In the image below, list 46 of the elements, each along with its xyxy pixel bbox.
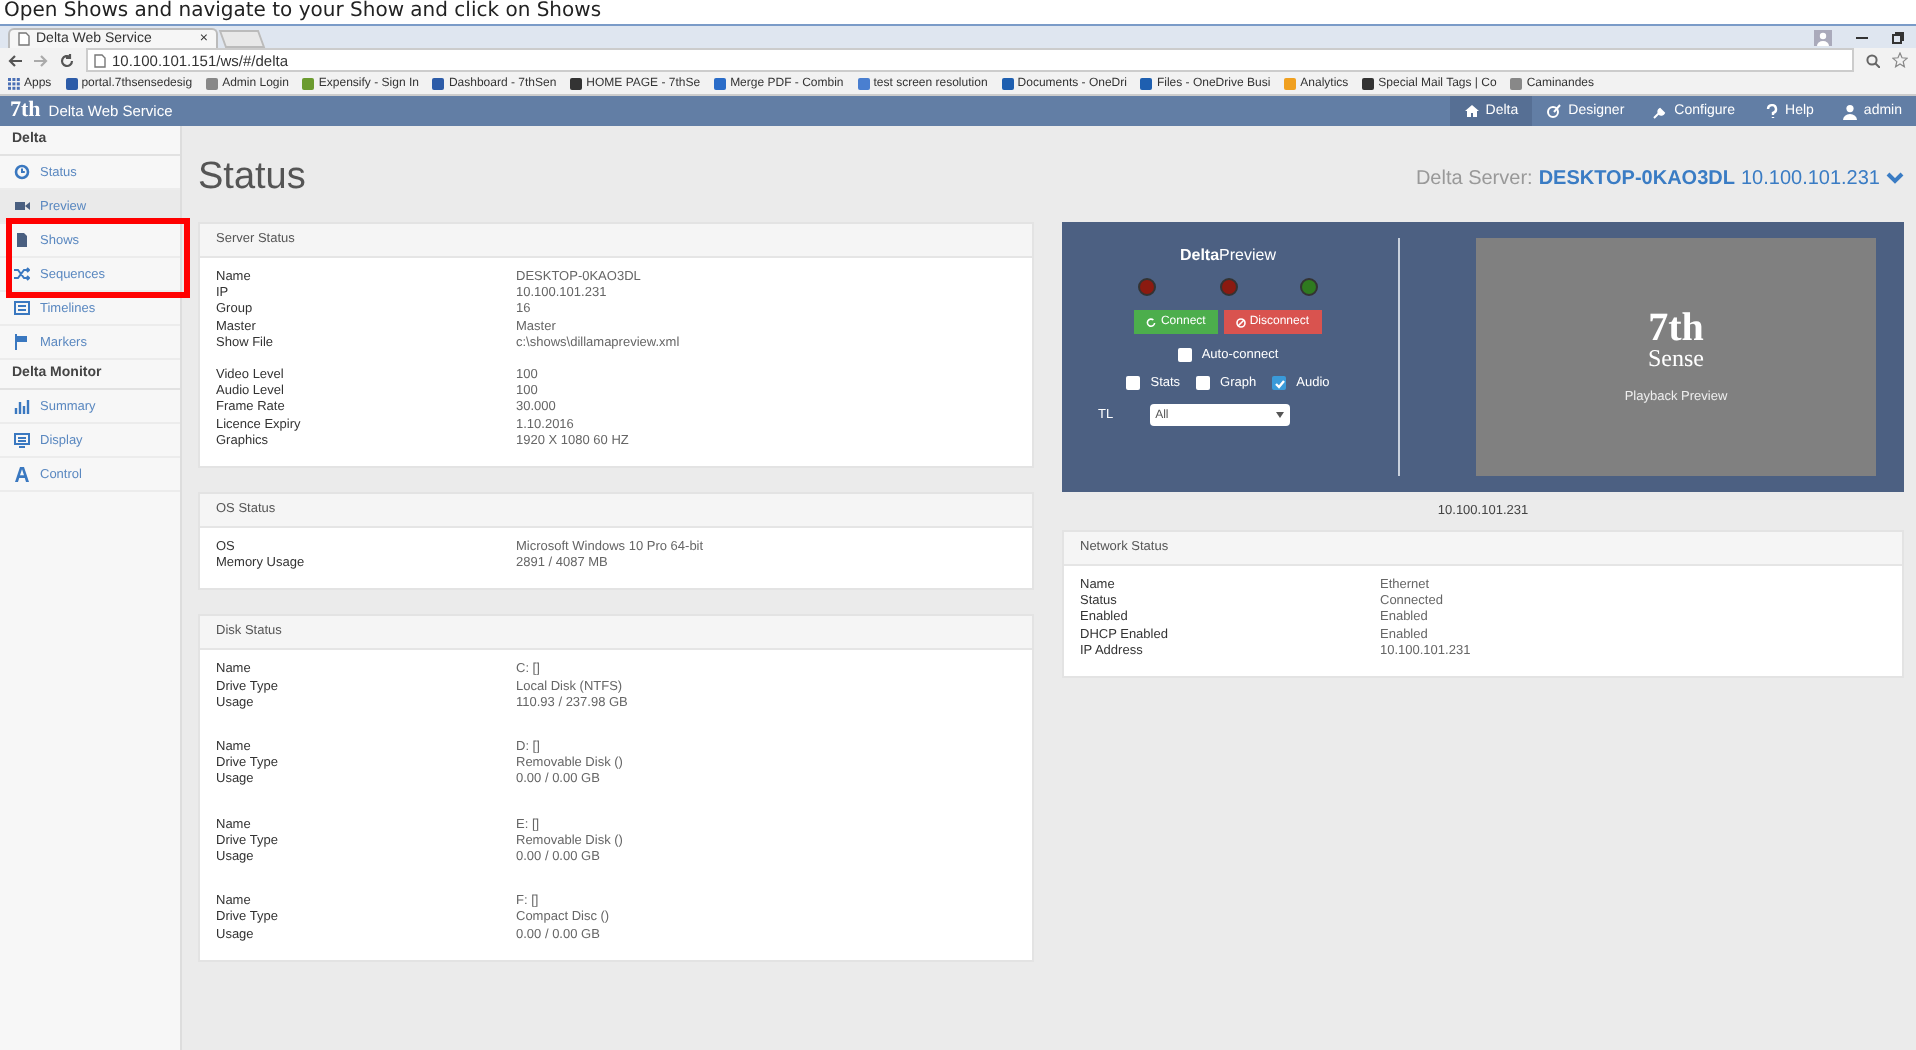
server-name: DESKTOP-0KAO3DL: [1538, 167, 1735, 189]
minimize-icon[interactable]: [1856, 31, 1868, 43]
restore-icon[interactable]: [1892, 31, 1904, 43]
checkbox[interactable]: [1196, 376, 1211, 390]
page-icon: [18, 32, 30, 46]
favicon-icon[interactable]: [1001, 77, 1014, 89]
favicon-icon[interactable]: [65, 77, 78, 89]
favicon-icon[interactable]: [1362, 77, 1375, 89]
logo: 7th: [8, 96, 43, 126]
favicon-icon[interactable]: [570, 77, 583, 89]
server-label: Delta Server:: [1415, 167, 1533, 189]
favicon-icon[interactable]: [1140, 77, 1153, 89]
page-icon: [94, 53, 106, 67]
preview-title: DeltaPreview: [1179, 246, 1276, 264]
ban-icon: [1235, 317, 1246, 327]
home-icon: [1463, 103, 1480, 119]
video-camera-icon: [14, 198, 30, 214]
caret-icon: [1275, 412, 1284, 418]
reload-icon[interactable]: [60, 53, 74, 67]
edit-icon: [1546, 103, 1563, 119]
apps-grid-icon[interactable]: [8, 77, 20, 89]
refresh-icon: [1146, 317, 1157, 327]
user-icon: [1841, 103, 1858, 119]
letter-a-icon: [14, 466, 30, 482]
star-icon[interactable]: [1892, 52, 1908, 68]
question-mark-icon: [1763, 103, 1780, 119]
checkbox[interactable]: [1177, 348, 1192, 362]
zoom-icon[interactable]: [1866, 53, 1880, 67]
wrench-icon: [1652, 103, 1669, 119]
logo: Sense: [1648, 346, 1704, 370]
chevron-down-icon[interactable]: [1886, 172, 1904, 184]
list-icon: [14, 300, 30, 316]
checkbox[interactable]: [1272, 376, 1287, 390]
checkbox[interactable]: [1126, 376, 1141, 390]
instruction-caption: Open Shows and navigate to your Show and click on Shows: [4, 0, 602, 24]
back-icon[interactable]: [8, 53, 22, 67]
page-title: Status: [198, 156, 306, 200]
clock-icon: [14, 164, 30, 180]
monitor-icon: [14, 432, 30, 448]
document-icon: [14, 232, 30, 248]
bar-chart-icon: [14, 398, 30, 414]
logo: 7th: [1648, 310, 1704, 346]
flag-icon: [14, 334, 30, 350]
server-ip: 10.100.101.231: [1740, 167, 1880, 189]
shuffle-icon: [14, 266, 30, 282]
favicon-icon[interactable]: [432, 77, 445, 89]
